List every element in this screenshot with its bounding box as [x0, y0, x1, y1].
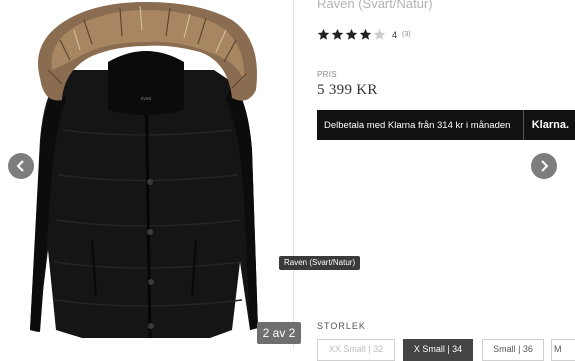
- klarna-logo: Klarna.: [531, 119, 569, 131]
- product-image: svea: [30, 2, 258, 339]
- klarna-text: Delbetala med Klarna från 314 kr i månad…: [324, 119, 511, 131]
- chevron-left-icon: [16, 160, 24, 172]
- product-title: Raven (Svart/Natur): [317, 0, 433, 11]
- star-empty-icon: [373, 28, 386, 40]
- price-label: PRIS: [317, 70, 337, 79]
- product-price: 5 399 KR: [317, 82, 378, 98]
- gallery-divider: [293, 0, 294, 350]
- star-filled-icon: [317, 28, 330, 40]
- image-tooltip: Raven (Svart/Natur): [279, 256, 361, 270]
- rating-count[interactable]: (3): [402, 31, 411, 38]
- size-option-m[interactable]: M: [551, 339, 575, 361]
- rating-stars: [317, 28, 386, 41]
- size-option-s[interactable]: Small | 36: [482, 339, 544, 361]
- chevron-right-icon: [541, 160, 549, 172]
- gallery-prev-button[interactable]: [8, 153, 34, 179]
- star-filled-icon: [331, 28, 344, 40]
- star-filled-icon: [359, 28, 372, 40]
- size-option-xs[interactable]: X Small | 34: [403, 339, 473, 361]
- klarna-banner[interactable]: Delbetala med Klarna från 314 kr i månad…: [317, 110, 575, 140]
- rating-value: 4: [392, 29, 398, 40]
- gallery-next-button[interactable]: [531, 153, 557, 179]
- size-heading: STORLEK: [317, 321, 366, 331]
- gallery-counter: 2 av 2: [257, 322, 301, 344]
- star-filled-icon: [345, 28, 358, 40]
- product-rating[interactable]: 4 (3): [317, 28, 411, 41]
- size-option-xxs[interactable]: XX Small | 32: [317, 339, 395, 361]
- brand-tag: svea: [141, 96, 152, 102]
- product-image-gallery: svea: [0, 0, 293, 350]
